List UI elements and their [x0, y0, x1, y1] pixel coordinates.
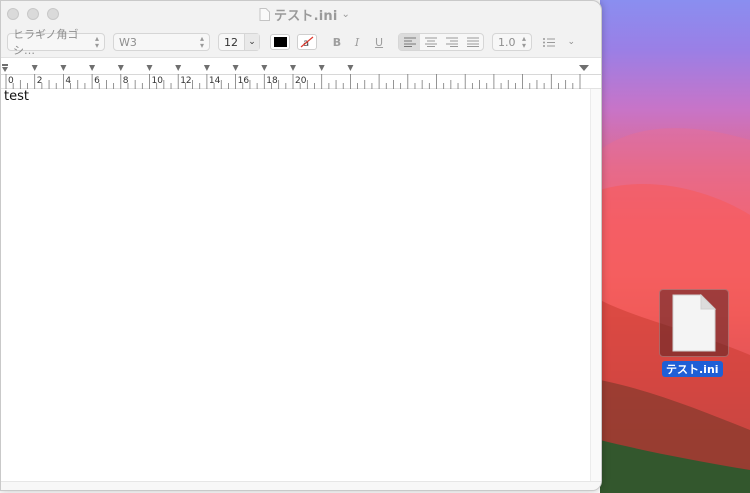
ruler-label: 4 — [65, 76, 72, 86]
alignment-control — [398, 33, 484, 51]
chevron-down-icon: ⌄ — [567, 37, 575, 47]
window-title-text: テスト.ini — [274, 8, 338, 24]
align-right-button[interactable] — [441, 34, 462, 50]
up-down-icon: ▴ ▾ — [199, 34, 204, 50]
title-bar[interactable]: テスト.ini ⌄ — [1, 1, 601, 27]
left-indent-marker[interactable] — [2, 64, 8, 72]
textedit-window: テスト.ini ⌄ ヒラギノ角ゴシ… ▴▾ W3 ▴▾ 12 ⌄ a B I U — [0, 0, 602, 491]
align-right-icon — [445, 37, 458, 47]
align-left-icon — [403, 37, 416, 47]
font-family-select[interactable]: ヒラギノ角ゴシ… ▴ ▾ — [7, 28, 105, 57]
tab-stop-marker[interactable] — [203, 65, 210, 71]
tab-stop-marker[interactable] — [117, 65, 124, 71]
tab-stop-marker[interactable] — [146, 65, 153, 71]
document-icon — [672, 294, 717, 352]
underline-button[interactable]: U — [370, 33, 388, 51]
right-indent-marker[interactable] — [579, 65, 589, 71]
italic-button[interactable]: I — [348, 33, 366, 51]
close-button[interactable] — [7, 8, 19, 20]
ruler-label: 12 — [180, 76, 192, 86]
ruler-label: 10 — [151, 76, 163, 86]
align-justify-icon — [466, 37, 479, 47]
tab-stop-marker[interactable] — [290, 65, 296, 71]
minimize-button[interactable] — [27, 8, 39, 20]
ruler-label: 18 — [266, 76, 278, 86]
desktop-wallpaper — [600, 0, 750, 493]
line-spacing-value: 1.0 — [498, 35, 516, 49]
align-center-button[interactable] — [420, 34, 441, 50]
no-highlight-icon: a — [300, 36, 314, 48]
tab-stop-marker[interactable] — [31, 65, 38, 71]
line-spacing-select[interactable]: 1.0 ▴ ▾ — [492, 33, 532, 51]
up-down-icon: ▴ ▾ — [521, 34, 526, 50]
document-text[interactable]: test — [4, 89, 29, 104]
ruler-label: 8 — [122, 76, 129, 86]
align-center-icon — [424, 37, 437, 47]
tab-stop-marker[interactable] — [261, 65, 268, 71]
desktop-file-label[interactable]: テスト.ini — [662, 361, 723, 377]
ruler-label: 6 — [94, 76, 100, 86]
ruler-label: 20 — [295, 76, 307, 86]
ruler[interactable]: 0 2 4 6 8 10 12 14 16 18 20 — [1, 57, 601, 89]
ruler-label: 0 — [8, 76, 14, 86]
up-down-icon: ▴ ▾ — [94, 34, 99, 50]
list-bullets-icon — [543, 37, 555, 47]
horizontal-scrollbar[interactable] — [1, 481, 601, 490]
tab-stop-marker[interactable] — [318, 65, 325, 71]
font-style-value: W3 — [119, 35, 137, 49]
tab-stop-marker[interactable] — [60, 65, 67, 71]
chevron-down-icon[interactable]: ⌄ — [244, 34, 259, 50]
text-color-well[interactable] — [270, 34, 290, 50]
highlight-color-well[interactable]: a — [297, 34, 317, 50]
ruler-label: 14 — [208, 76, 221, 86]
tab-stop-marker[interactable] — [347, 65, 354, 71]
desktop-file-icon[interactable] — [659, 289, 729, 357]
text-color-swatch — [273, 37, 287, 47]
font-size-field[interactable]: 12 ⌄ — [218, 33, 260, 51]
zoom-button[interactable] — [47, 8, 59, 20]
list-style-select[interactable]: ⌄ — [543, 33, 575, 51]
bold-button[interactable]: B — [328, 33, 346, 51]
align-justify-button[interactable] — [462, 34, 483, 50]
ruler-label: 16 — [237, 76, 250, 86]
font-style-select[interactable]: W3 ▴ ▾ — [113, 33, 210, 51]
document-area[interactable]: test — [1, 89, 590, 481]
format-toolbar: ヒラギノ角ゴシ… ▴▾ W3 ▴▾ 12 ⌄ a B I U — [1, 27, 601, 57]
window-title[interactable]: テスト.ini ⌄ — [259, 6, 350, 24]
align-left-button[interactable] — [399, 34, 420, 50]
tab-stop-marker[interactable] — [232, 65, 239, 71]
ruler-label: 2 — [36, 76, 43, 86]
chevron-down-icon[interactable]: ⌄ — [342, 9, 350, 20]
vertical-scrollbar[interactable] — [590, 89, 601, 481]
font-size-value: 12 — [224, 35, 238, 49]
document-icon — [259, 7, 270, 21]
tab-stop-marker[interactable] — [175, 65, 182, 71]
tab-stop-marker[interactable] — [89, 65, 96, 71]
font-family-value: ヒラギノ角ゴシ… — [13, 28, 79, 57]
